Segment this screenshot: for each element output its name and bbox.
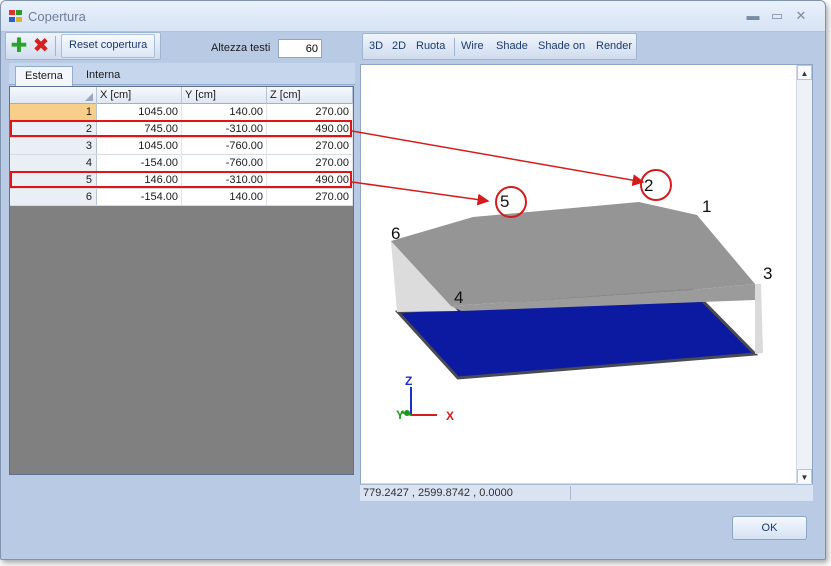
- grid-corner[interactable]: [10, 87, 97, 104]
- reset-copertura-button[interactable]: Reset copertura: [61, 34, 156, 58]
- cell-y[interactable]: 140.00: [182, 104, 267, 120]
- toolbar-separator: [55, 36, 56, 56]
- scroll-down-icon[interactable]: ▼: [797, 469, 812, 484]
- plus-icon[interactable]: ✚: [10, 36, 28, 56]
- text-height-input[interactable]: [278, 39, 322, 58]
- shade-button[interactable]: Shade: [496, 40, 528, 52]
- view-2d-button[interactable]: 2D: [392, 40, 406, 52]
- tab-strip: Esterna Interna: [9, 63, 355, 86]
- render-button[interactable]: Render: [596, 40, 632, 52]
- vertex-label-2: 2: [644, 176, 653, 195]
- select-all-icon: [85, 93, 93, 101]
- edit-toolbar: ✚ ✖ Reset copertura: [5, 32, 161, 60]
- row-number[interactable]: 1: [10, 104, 97, 120]
- table-row[interactable]: 1 1045.00 140.00 270.00: [10, 104, 353, 121]
- view-3d-button[interactable]: 3D: [369, 40, 383, 52]
- app-icon: [9, 10, 23, 23]
- column-header-z[interactable]: Z [cm]: [267, 87, 353, 104]
- column-header-y[interactable]: Y [cm]: [182, 87, 267, 104]
- text-height-label: Altezza testi: [211, 42, 271, 54]
- table-row[interactable]: 4 -154.00 -760.00 270.00: [10, 155, 353, 172]
- vertical-scrollbar[interactable]: ▲ ▼: [796, 65, 812, 484]
- vertex-label-3: 3: [763, 264, 772, 283]
- delete-icon[interactable]: ✖: [32, 36, 50, 56]
- cell-y[interactable]: 140.00: [182, 189, 267, 205]
- row-number[interactable]: 6: [10, 189, 97, 205]
- axis-label-y: Y: [396, 408, 404, 422]
- cell-z[interactable]: 270.00: [267, 189, 353, 205]
- 3d-scene[interactable]: 1 2 3 4 5 6 Z Y X: [361, 65, 798, 483]
- row-number[interactable]: 4: [10, 155, 97, 171]
- axis-label-x: X: [446, 409, 454, 423]
- cell-x[interactable]: -154.00: [97, 189, 182, 205]
- minimize-button[interactable]: ▬: [743, 8, 763, 24]
- vertex-label-6: 6: [391, 224, 400, 243]
- window-title: Copertura: [28, 9, 86, 24]
- dialog-client-area: ✚ ✖ Reset copertura Altezza testi 3D 2D …: [5, 32, 821, 555]
- grid-header: X [cm] Y [cm] Z [cm]: [10, 87, 353, 104]
- table-row[interactable]: 6 -154.00 140.00 270.00: [10, 189, 353, 206]
- vertex-label-4: 4: [454, 288, 463, 307]
- cell-z[interactable]: 270.00: [267, 104, 353, 120]
- cell-y[interactable]: -760.00: [182, 138, 267, 154]
- rotate-button[interactable]: Ruota: [416, 40, 445, 52]
- maximize-button[interactable]: ▭: [767, 8, 787, 24]
- tab-esterna[interactable]: Esterna: [15, 66, 73, 86]
- right-wall: [755, 284, 763, 354]
- toolbar-separator: [454, 38, 455, 56]
- axis-origin: [404, 410, 410, 416]
- axis-label-z: Z: [405, 374, 412, 388]
- column-header-x[interactable]: X [cm]: [97, 87, 182, 104]
- dialog-window: Copertura ▬ ▭ ✕ ✚ ✖ Reset copertura Alte…: [0, 0, 826, 560]
- cell-z[interactable]: 270.00: [267, 155, 353, 171]
- row-number[interactable]: 3: [10, 138, 97, 154]
- tab-interna[interactable]: Interna: [77, 66, 129, 86]
- cell-y[interactable]: -760.00: [182, 155, 267, 171]
- status-divider: [570, 486, 571, 500]
- cell-x[interactable]: 1045.00: [97, 138, 182, 154]
- cell-z[interactable]: 270.00: [267, 138, 353, 154]
- shade-on-button[interactable]: Shade on: [538, 40, 585, 52]
- cursor-coordinates: 779.2427 , 2599.8742 , 0.0000: [363, 487, 513, 499]
- cell-x[interactable]: 1045.00: [97, 104, 182, 120]
- vertex-label-1: 1: [702, 197, 711, 216]
- coordinates-grid: X [cm] Y [cm] Z [cm] 1 1045.00 140.00 27…: [9, 86, 354, 475]
- 3d-viewport[interactable]: 1 2 3 4 5 6 Z Y X ▲ ▼: [360, 64, 813, 501]
- highlight-row-2: [10, 120, 352, 137]
- table-row[interactable]: 3 1045.00 -760.00 270.00: [10, 138, 353, 155]
- highlight-row-5: [10, 171, 352, 188]
- title-bar: Copertura ▬ ▭ ✕: [1, 1, 825, 32]
- status-bar: 779.2427 , 2599.8742 , 0.0000: [360, 484, 813, 501]
- wire-button[interactable]: Wire: [461, 40, 484, 52]
- cell-x[interactable]: -154.00: [97, 155, 182, 171]
- ok-button[interactable]: OK: [732, 516, 807, 540]
- vertex-label-5: 5: [500, 192, 509, 211]
- view-toolbar: 3D 2D Ruota Wire Shade Shade on Render: [362, 33, 637, 60]
- close-button[interactable]: ✕: [791, 8, 811, 24]
- scroll-up-icon[interactable]: ▲: [797, 65, 812, 80]
